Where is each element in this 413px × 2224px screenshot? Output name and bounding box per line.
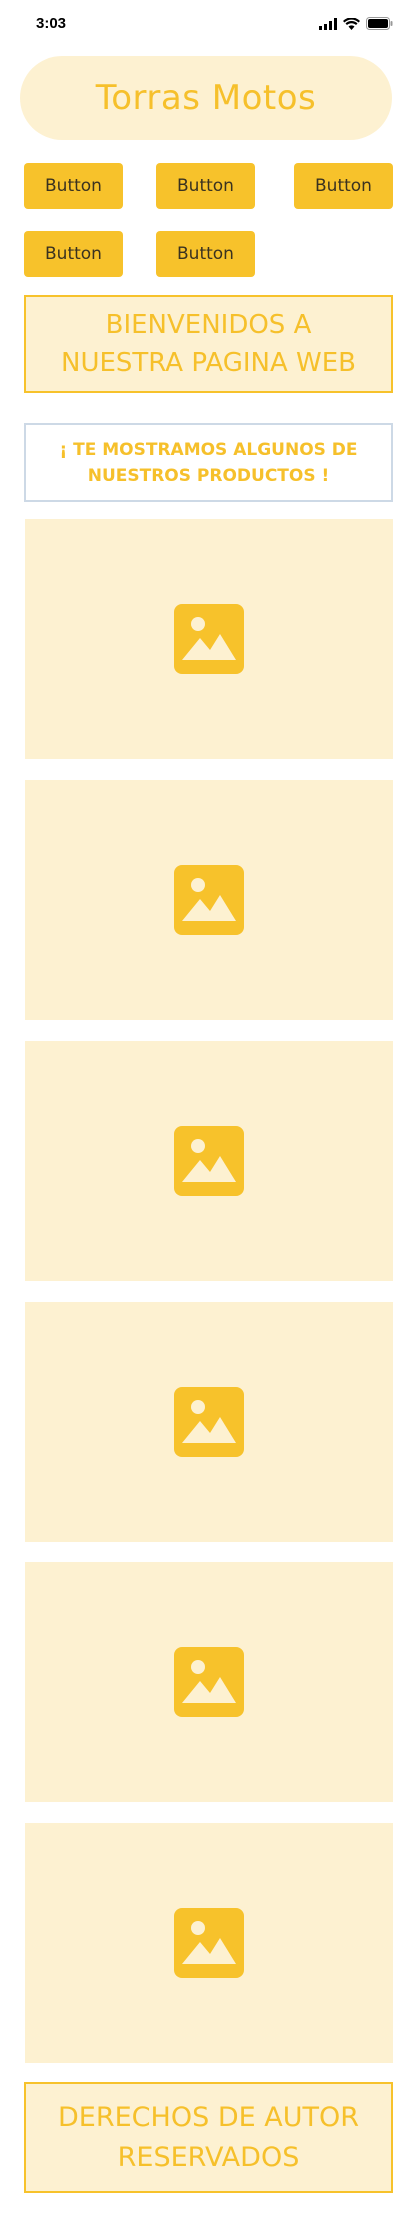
nav-button-3[interactable]: Button	[294, 163, 393, 209]
notice-text: ¡ TE MOSTRAMOS ALGUNOS DE NUESTROS PRODU…	[59, 437, 357, 489]
status-icons	[319, 17, 393, 30]
image-placeholder-icon	[174, 1387, 244, 1457]
status-time: 3:03	[36, 15, 67, 32]
battery-icon	[366, 17, 393, 30]
product-card[interactable]	[25, 519, 393, 759]
signal-icon	[319, 17, 337, 30]
welcome-line-2: NUESTRA PAGINA WEB	[61, 348, 356, 378]
image-placeholder-icon	[174, 604, 244, 674]
image-placeholder-icon	[174, 1126, 244, 1196]
wifi-icon	[343, 17, 360, 30]
product-card[interactable]	[25, 1302, 393, 1542]
welcome-text: BIENVENIDOS A NUESTRA PAGINA WEB	[61, 306, 356, 382]
nav-button-2[interactable]: Button	[156, 163, 255, 209]
product-card[interactable]	[25, 780, 393, 1020]
nav-button-4[interactable]: Button	[24, 231, 123, 277]
image-placeholder-icon	[174, 1908, 244, 1978]
products-notice: ¡ TE MOSTRAMOS ALGUNOS DE NUESTROS PRODU…	[24, 423, 393, 502]
nav-button-5[interactable]: Button	[156, 231, 255, 277]
notice-line-2: NUESTROS PRODUCTOS !	[87, 465, 330, 486]
image-placeholder-icon	[174, 1647, 244, 1717]
status-bar: 3:03	[0, 0, 413, 50]
footer-line-1: DERECHOS DE AUTOR	[58, 2101, 359, 2133]
welcome-line-1: BIENVENIDOS A	[105, 310, 312, 340]
notice-line-1: ¡ TE MOSTRAMOS ALGUNOS DE	[59, 439, 358, 460]
page-title: Torras Motos	[95, 78, 317, 118]
image-placeholder-icon	[174, 865, 244, 935]
product-card[interactable]	[25, 1823, 393, 2063]
product-card[interactable]	[25, 1562, 393, 1802]
footer-line-2: RESERVADOS	[117, 2141, 300, 2173]
header-title-pill: Torras Motos	[20, 56, 392, 140]
product-card[interactable]	[25, 1041, 393, 1281]
footer-banner: DERECHOS DE AUTOR RESERVADOS	[24, 2082, 393, 2193]
welcome-banner: BIENVENIDOS A NUESTRA PAGINA WEB	[24, 295, 393, 393]
footer-text: DERECHOS DE AUTOR RESERVADOS	[58, 2098, 359, 2178]
nav-button-1[interactable]: Button	[24, 163, 123, 209]
